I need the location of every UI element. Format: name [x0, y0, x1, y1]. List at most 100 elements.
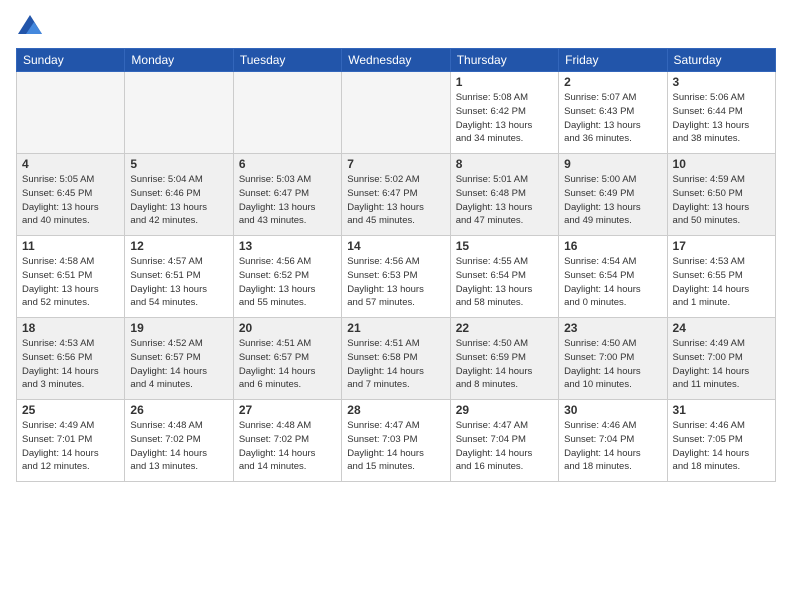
- calendar-week-row: 18Sunrise: 4:53 AM Sunset: 6:56 PM Dayli…: [17, 318, 776, 400]
- day-info: Sunrise: 5:05 AM Sunset: 6:45 PM Dayligh…: [22, 173, 119, 228]
- calendar-cell: 9 Sunrise: 5:00 AM Sunset: 6:49 PM Daylig…: [559, 154, 667, 236]
- calendar-cell: [233, 72, 341, 154]
- calendar-cell: 29Sunrise: 4:47 AM Sunset: 7:04 PM Dayli…: [450, 400, 558, 482]
- calendar-cell: 30 Sunrise: 4:46 AM Sunset: 7:04 PM Dayli…: [559, 400, 667, 482]
- day-number: 20: [239, 321, 336, 335]
- day-number: 4: [22, 157, 119, 171]
- calendar-cell: 1 Sunrise: 5:08 AM Sunset: 6:42 PM Daylig…: [450, 72, 558, 154]
- day-number: 9: [564, 157, 661, 171]
- calendar-cell: 11 Sunrise: 4:58 AM Sunset: 6:51 PM Dayli…: [17, 236, 125, 318]
- calendar-cell: 28Sunrise: 4:47 AM Sunset: 7:03 PM Dayli…: [342, 400, 450, 482]
- calendar-cell: 13Sunrise: 4:56 AM Sunset: 6:52 PM Dayli…: [233, 236, 341, 318]
- logo: [16, 12, 48, 40]
- calendar-week-row: 11 Sunrise: 4:58 AM Sunset: 6:51 PM Dayli…: [17, 236, 776, 318]
- day-info: Sunrise: 4:56 AM Sunset: 6:52 PM Dayligh…: [239, 255, 336, 310]
- calendar-header-row: SundayMondayTuesdayWednesdayThursdayFrid…: [17, 49, 776, 72]
- day-info: Sunrise: 4:48 AM Sunset: 7:02 PM Dayligh…: [239, 419, 336, 474]
- day-number: 30: [564, 403, 661, 417]
- day-info: Sunrise: 4:47 AM Sunset: 7:04 PM Dayligh…: [456, 419, 553, 474]
- calendar-cell: 14Sunrise: 4:56 AM Sunset: 6:53 PM Dayli…: [342, 236, 450, 318]
- day-info: Sunrise: 5:04 AM Sunset: 6:46 PM Dayligh…: [130, 173, 227, 228]
- calendar-cell: 12Sunrise: 4:57 AM Sunset: 6:51 PM Dayli…: [125, 236, 233, 318]
- calendar-cell: 17 Sunrise: 4:53 AM Sunset: 6:55 PM Dayli…: [667, 236, 775, 318]
- day-info: Sunrise: 4:46 AM Sunset: 7:05 PM Dayligh…: [673, 419, 770, 474]
- day-info: Sunrise: 4:49 AM Sunset: 7:01 PM Dayligh…: [22, 419, 119, 474]
- day-info: Sunrise: 5:01 AM Sunset: 6:48 PM Dayligh…: [456, 173, 553, 228]
- day-number: 23: [564, 321, 661, 335]
- day-info: Sunrise: 4:58 AM Sunset: 6:51 PM Dayligh…: [22, 255, 119, 310]
- calendar-cell: 25 Sunrise: 4:49 AM Sunset: 7:01 PM Dayli…: [17, 400, 125, 482]
- day-header-wednesday: Wednesday: [342, 49, 450, 72]
- day-info: Sunrise: 5:08 AM Sunset: 6:42 PM Dayligh…: [456, 91, 553, 146]
- calendar-cell: 6 Sunrise: 5:03 AM Sunset: 6:47 PM Daylig…: [233, 154, 341, 236]
- day-number: 2: [564, 75, 661, 89]
- calendar-cell: 26 Sunrise: 4:48 AM Sunset: 7:02 PM Dayli…: [125, 400, 233, 482]
- calendar-cell: 16Sunrise: 4:54 AM Sunset: 6:54 PM Dayli…: [559, 236, 667, 318]
- day-info: Sunrise: 4:51 AM Sunset: 6:57 PM Dayligh…: [239, 337, 336, 392]
- day-number: 15: [456, 239, 553, 253]
- day-info: Sunrise: 5:06 AM Sunset: 6:44 PM Dayligh…: [673, 91, 770, 146]
- day-info: Sunrise: 4:50 AM Sunset: 7:00 PM Dayligh…: [564, 337, 661, 392]
- day-number: 27: [239, 403, 336, 417]
- day-number: 19: [130, 321, 227, 335]
- calendar-cell: 21Sunrise: 4:51 AM Sunset: 6:58 PM Dayli…: [342, 318, 450, 400]
- day-number: 21: [347, 321, 444, 335]
- day-number: 11: [22, 239, 119, 253]
- calendar-cell: [342, 72, 450, 154]
- calendar-cell: 22 Sunrise: 4:50 AM Sunset: 6:59 PM Dayli…: [450, 318, 558, 400]
- day-number: 7: [347, 157, 444, 171]
- day-number: 18: [22, 321, 119, 335]
- calendar: SundayMondayTuesdayWednesdayThursdayFrid…: [16, 48, 776, 482]
- day-header-tuesday: Tuesday: [233, 49, 341, 72]
- day-number: 17: [673, 239, 770, 253]
- calendar-cell: 18Sunrise: 4:53 AM Sunset: 6:56 PM Dayli…: [17, 318, 125, 400]
- calendar-cell: 31 Sunrise: 4:46 AM Sunset: 7:05 PM Dayli…: [667, 400, 775, 482]
- day-number: 1: [456, 75, 553, 89]
- day-number: 22: [456, 321, 553, 335]
- day-number: 26: [130, 403, 227, 417]
- page: SundayMondayTuesdayWednesdayThursdayFrid…: [0, 0, 792, 612]
- calendar-week-row: 4 Sunrise: 5:05 AM Sunset: 6:45 PM Daylig…: [17, 154, 776, 236]
- calendar-cell: 23 Sunrise: 4:50 AM Sunset: 7:00 PM Dayli…: [559, 318, 667, 400]
- day-info: Sunrise: 5:00 AM Sunset: 6:49 PM Dayligh…: [564, 173, 661, 228]
- day-number: 31: [673, 403, 770, 417]
- day-info: Sunrise: 4:53 AM Sunset: 6:55 PM Dayligh…: [673, 255, 770, 310]
- calendar-cell: [17, 72, 125, 154]
- header: [16, 12, 776, 40]
- logo-icon: [16, 12, 44, 40]
- day-info: Sunrise: 5:03 AM Sunset: 6:47 PM Dayligh…: [239, 173, 336, 228]
- day-number: 16: [564, 239, 661, 253]
- day-header-thursday: Thursday: [450, 49, 558, 72]
- calendar-cell: 10Sunrise: 4:59 AM Sunset: 6:50 PM Dayli…: [667, 154, 775, 236]
- day-header-saturday: Saturday: [667, 49, 775, 72]
- day-info: Sunrise: 5:02 AM Sunset: 6:47 PM Dayligh…: [347, 173, 444, 228]
- calendar-cell: 24 Sunrise: 4:49 AM Sunset: 7:00 PM Dayli…: [667, 318, 775, 400]
- calendar-cell: 27 Sunrise: 4:48 AM Sunset: 7:02 PM Dayli…: [233, 400, 341, 482]
- day-header-friday: Friday: [559, 49, 667, 72]
- day-header-monday: Monday: [125, 49, 233, 72]
- day-info: Sunrise: 5:07 AM Sunset: 6:43 PM Dayligh…: [564, 91, 661, 146]
- day-number: 28: [347, 403, 444, 417]
- day-info: Sunrise: 4:56 AM Sunset: 6:53 PM Dayligh…: [347, 255, 444, 310]
- day-info: Sunrise: 4:55 AM Sunset: 6:54 PM Dayligh…: [456, 255, 553, 310]
- day-number: 3: [673, 75, 770, 89]
- calendar-cell: 20 Sunrise: 4:51 AM Sunset: 6:57 PM Dayli…: [233, 318, 341, 400]
- calendar-cell: 19Sunrise: 4:52 AM Sunset: 6:57 PM Dayli…: [125, 318, 233, 400]
- calendar-week-row: 1 Sunrise: 5:08 AM Sunset: 6:42 PM Daylig…: [17, 72, 776, 154]
- day-info: Sunrise: 4:46 AM Sunset: 7:04 PM Dayligh…: [564, 419, 661, 474]
- day-number: 5: [130, 157, 227, 171]
- calendar-cell: 3 Sunrise: 5:06 AM Sunset: 6:44 PM Daylig…: [667, 72, 775, 154]
- calendar-cell: 5 Sunrise: 5:04 AM Sunset: 6:46 PM Daylig…: [125, 154, 233, 236]
- day-number: 8: [456, 157, 553, 171]
- day-number: 10: [673, 157, 770, 171]
- day-info: Sunrise: 4:50 AM Sunset: 6:59 PM Dayligh…: [456, 337, 553, 392]
- day-number: 25: [22, 403, 119, 417]
- calendar-cell: 8 Sunrise: 5:01 AM Sunset: 6:48 PM Daylig…: [450, 154, 558, 236]
- day-header-sunday: Sunday: [17, 49, 125, 72]
- day-number: 24: [673, 321, 770, 335]
- calendar-cell: [125, 72, 233, 154]
- day-number: 6: [239, 157, 336, 171]
- calendar-cell: 7 Sunrise: 5:02 AM Sunset: 6:47 PM Daylig…: [342, 154, 450, 236]
- day-info: Sunrise: 4:48 AM Sunset: 7:02 PM Dayligh…: [130, 419, 227, 474]
- day-info: Sunrise: 4:49 AM Sunset: 7:00 PM Dayligh…: [673, 337, 770, 392]
